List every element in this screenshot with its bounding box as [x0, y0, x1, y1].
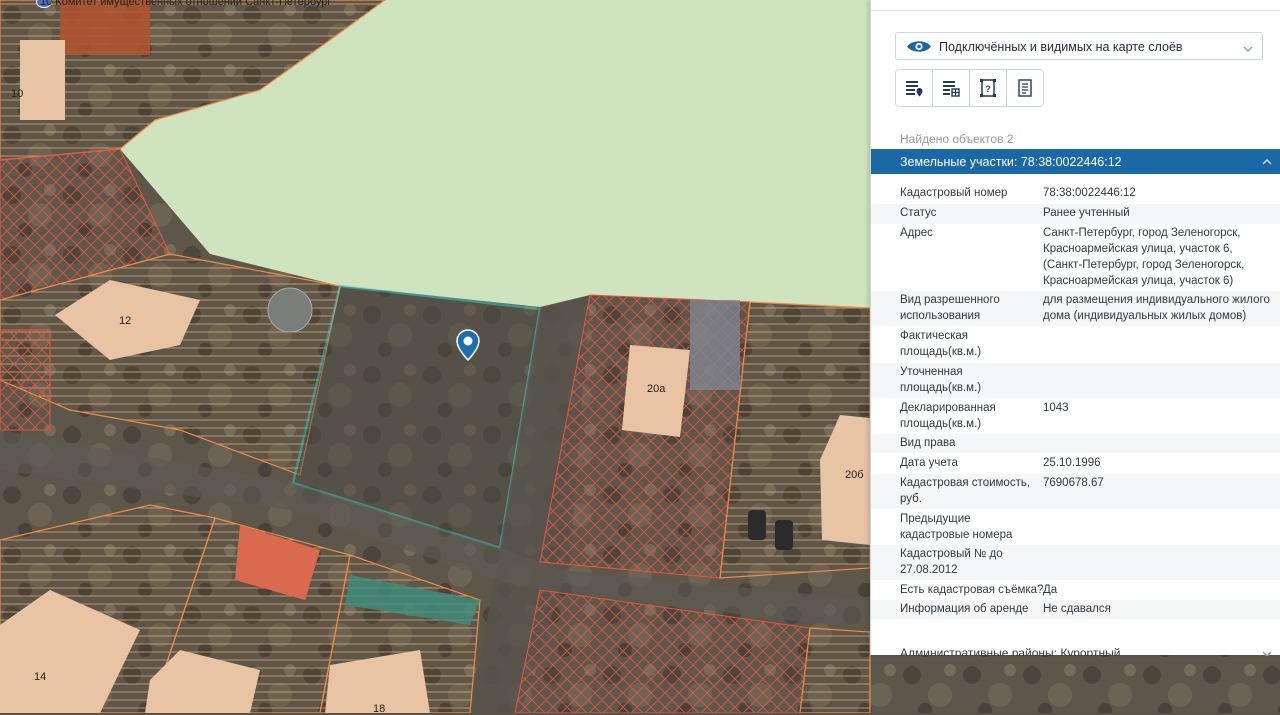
panel-toolbar: ?	[895, 69, 1044, 107]
attr-value: для размещения индивидуального жилого до…	[1043, 294, 1270, 322]
svg-text:?: ?	[985, 84, 991, 94]
map-label: 18	[373, 703, 386, 715]
attr-label: Уточненная площадь(кв.м.)	[900, 366, 982, 394]
attr-label: Фактическая площадь(кв.м.)	[900, 330, 982, 358]
attr-label: Дата учета	[900, 457, 958, 469]
attr-label: Вид права	[900, 437, 956, 449]
document-icon[interactable]	[1007, 70, 1043, 106]
map-label: 14	[34, 671, 47, 683]
chevron-down-icon	[1261, 646, 1273, 656]
attr-label: Статус	[900, 207, 937, 219]
attr-value: 1043	[1043, 402, 1069, 414]
layers-select[interactable]: Подключённых и видимых на карте слоёв	[895, 32, 1263, 60]
group2-title: Административные районы: Курортный	[900, 646, 1121, 656]
list-pin-icon[interactable]	[896, 70, 933, 106]
attr-value: 78:38:0022446:12	[1043, 187, 1136, 199]
divider	[871, 10, 1280, 11]
attr-value: Да	[1043, 584, 1058, 596]
attr-label: Вид разрешенного использования	[900, 294, 1000, 322]
attr-label: Есть кадастровая съёмка?	[900, 584, 1044, 596]
attr-label: Адрес	[900, 227, 933, 239]
attr-label: Предыдущие кадастровые номера	[900, 513, 1013, 541]
map-label: 20а	[647, 383, 666, 395]
map-label: 20б	[845, 469, 864, 481]
attr-label: Кадастровый № до 27.08.2012	[900, 548, 1003, 576]
chevron-up-icon	[1261, 154, 1273, 172]
eye-icon	[906, 39, 932, 59]
attr-value: Санкт-Петербург, город Зеленогорск, Крас…	[1043, 227, 1245, 287]
info-panel: Подключённых и видимых на карте слоёв ? …	[870, 0, 1280, 656]
attr-label: Декларированная площадь(кв.м.)	[900, 402, 996, 430]
map-label: 10	[11, 88, 24, 100]
attr-value: Ранее учтенный	[1043, 207, 1130, 219]
list-grid-icon[interactable]	[933, 70, 970, 106]
attr-value: Не сдавался	[1043, 603, 1111, 615]
layers-select-value: Подключённых и видимых на карте слоёв	[939, 40, 1183, 54]
frame-question-icon[interactable]: ?	[970, 70, 1007, 106]
chevron-down-icon	[1242, 41, 1254, 59]
attr-value: 25.10.1996	[1043, 457, 1101, 469]
attr-value: 7690678.67	[1043, 477, 1104, 489]
attr-label: Кадастровая стоимость, руб.	[900, 477, 1031, 505]
attr-label: Кадастровый номер	[900, 187, 1008, 199]
group-header-land-plots[interactable]: Земельные участки: 78:38:0022446:12	[871, 149, 1280, 174]
map-header-text: 10 Комитет имущественных отношений Санкт…	[40, 0, 332, 8]
group-header-admin-districts[interactable]: Административные районы: Курортный	[871, 642, 1280, 656]
map-label: 12	[119, 315, 132, 327]
group-title: Земельные участки: 78:38:0022446:12	[900, 155, 1122, 169]
attr-label: Информация об аренде	[900, 603, 1029, 615]
found-count: Найдено объектов 2	[900, 132, 1014, 146]
